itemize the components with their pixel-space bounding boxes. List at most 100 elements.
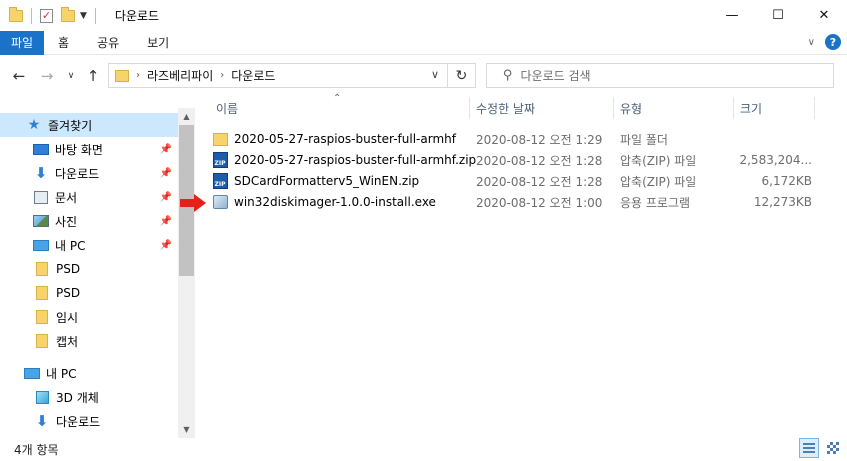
download-icon: ⬇ <box>34 164 48 182</box>
tab-view[interactable]: 보기 <box>133 31 183 55</box>
folder-icon <box>34 310 50 324</box>
sidebar-item-label: 내 PC <box>55 238 86 253</box>
sidebar-item-label: 다운로드 <box>56 414 101 429</box>
installer-icon <box>212 194 228 210</box>
chevron-right-icon[interactable]: › <box>220 70 224 81</box>
pin-icon[interactable]: 📌 <box>160 216 172 227</box>
file-list: ⌃ 이름 수정한 날짜 유형 크기 2020-05-27-raspios-bus… <box>198 93 847 435</box>
view-switcher <box>799 438 843 458</box>
pin-icon[interactable]: 📌 <box>160 192 172 203</box>
tab-file[interactable]: 파일 <box>0 30 44 55</box>
tab-home[interactable]: 홈 <box>44 31 83 55</box>
file-row[interactable]: ZIP SDCardFormatterv5_WinEN.zip 2020-08-… <box>212 170 812 192</box>
scroll-up-icon[interactable]: ▲ <box>178 108 195 125</box>
sidebar-scrollbar[interactable]: ▲ ▼ <box>178 108 195 438</box>
scroll-down-icon[interactable]: ▼ <box>178 421 195 438</box>
sidebar-item-downloads[interactable]: ⬇ 다운로드 📌 <box>0 161 178 185</box>
file-row[interactable]: win32diskimager-1.0.0-install.exe 2020-0… <box>212 191 812 213</box>
sidebar-item-temp[interactable]: 임시 <box>0 305 178 329</box>
file-modified: 2020-08-12 오전 1:28 <box>476 174 603 189</box>
large-icons-view-icon <box>827 442 839 454</box>
column-header-name[interactable]: 이름 <box>216 95 238 122</box>
pin-icon[interactable]: 📌 <box>160 144 172 155</box>
sidebar-item-this-pc-pinned[interactable]: 내 PC 📌 <box>0 233 178 257</box>
search-box[interactable]: ⚲ <box>486 63 834 88</box>
file-row[interactable]: 2020-05-27-raspios-buster-full-armhf 202… <box>212 128 812 150</box>
toolbar-divider <box>31 7 32 24</box>
maximize-button[interactable]: ☐ <box>755 0 801 31</box>
file-type: 파일 폴더 <box>620 132 668 147</box>
sidebar-item-favorites[interactable]: ★ 즐겨찾기 <box>0 113 178 137</box>
desktop-icon <box>33 142 49 156</box>
column-header-type[interactable]: 유형 <box>620 95 642 122</box>
file-modified: 2020-08-12 오전 1:28 <box>476 153 603 168</box>
close-button[interactable]: ✕ <box>801 0 847 31</box>
up-arrow-icon[interactable]: ↑ <box>82 65 104 87</box>
details-view-button[interactable] <box>799 438 819 458</box>
tab-share[interactable]: 공유 <box>83 31 133 55</box>
sort-ascending-icon: ⌃ <box>333 93 342 104</box>
title-bar: ✓ ▼ 다운로드 — ☐ ✕ <box>0 0 847 31</box>
window-controls: — ☐ ✕ <box>709 0 847 31</box>
sidebar-item-desktop[interactable]: 바탕 화면 📌 <box>0 137 178 161</box>
customize-toolbar-icon[interactable]: ▼ <box>80 11 87 21</box>
sidebar-item-psd[interactable]: PSD <box>0 281 178 305</box>
folder-icon <box>212 131 228 147</box>
pin-icon[interactable]: 📌 <box>160 168 172 179</box>
sidebar-item-downloads-pc[interactable]: ⬇ 다운로드 <box>0 409 178 433</box>
navigation-bar: ← → ∨ ↑ › 라즈베리파이 › 다운로드 ∨ ↻ ⚲ <box>0 60 847 92</box>
annotation-arrow-icon <box>180 194 206 212</box>
column-divider[interactable] <box>814 97 815 119</box>
sidebar-item-this-pc[interactable]: 내 PC <box>0 361 178 385</box>
help-icon[interactable]: ? <box>825 34 841 50</box>
back-arrow-icon[interactable]: ← <box>8 65 30 87</box>
large-icons-view-button[interactable] <box>823 438 843 458</box>
sidebar-item-pictures[interactable]: 사진 📌 <box>0 209 178 233</box>
minimize-button[interactable]: — <box>709 0 755 31</box>
new-folder-icon[interactable] <box>61 6 75 22</box>
sidebar-item-psd[interactable]: PSD <box>0 257 178 281</box>
chevron-right-icon[interactable]: › <box>136 70 140 81</box>
address-bar[interactable]: › 라즈베리파이 › 다운로드 ∨ ↻ <box>108 63 476 88</box>
sidebar-item-label: 3D 개체 <box>56 390 99 405</box>
sidebar-item-label: 문서 <box>55 190 78 205</box>
pin-icon[interactable]: 📌 <box>160 240 172 251</box>
column-divider[interactable] <box>469 97 470 119</box>
column-header-size[interactable]: 크기 <box>740 95 762 122</box>
ribbon-right-controls: ∨ ? <box>808 34 841 50</box>
file-name: 2020-05-27-raspios-buster-full-armhf.zip <box>234 153 477 167</box>
column-divider[interactable] <box>613 97 614 119</box>
search-input[interactable] <box>520 68 811 83</box>
file-row[interactable]: ZIP 2020-05-27-raspios-buster-full-armhf… <box>212 149 812 171</box>
search-icon: ⚲ <box>503 68 513 83</box>
file-size: 2,583,204... <box>739 153 812 167</box>
sidebar-item-label: 임시 <box>56 310 79 325</box>
sidebar-item-capture[interactable]: 캡처 <box>0 329 178 353</box>
column-divider[interactable] <box>733 97 734 119</box>
picture-icon <box>33 214 49 228</box>
recent-locations-chevron-icon[interactable]: ∨ <box>60 65 82 87</box>
sidebar-item-documents[interactable]: 문서 📌 <box>0 185 178 209</box>
refresh-icon[interactable]: ↻ <box>447 64 475 87</box>
toolbar-divider <box>94 7 96 24</box>
breadcrumb-item[interactable]: 다운로드 <box>231 67 275 84</box>
expand-ribbon-icon[interactable]: ∨ <box>808 37 815 48</box>
file-type: 응용 프로그램 <box>620 195 691 210</box>
sidebar-item-label: 사진 <box>55 214 78 229</box>
folder-icon <box>34 262 50 276</box>
properties-icon[interactable]: ✓ <box>40 8 53 23</box>
column-header-modified[interactable]: 수정한 날짜 <box>476 95 535 122</box>
chevron-down-icon[interactable]: ∨ <box>431 68 439 81</box>
file-modified: 2020-08-12 오전 1:29 <box>476 132 603 147</box>
sidebar-item-label: 즐겨찾기 <box>48 118 93 133</box>
file-size: 6,172KB <box>761 174 812 188</box>
breadcrumb-item[interactable]: 라즈베리파이 <box>147 67 213 84</box>
file-name: 2020-05-27-raspios-buster-full-armhf <box>234 132 456 146</box>
forward-arrow-icon[interactable]: → <box>36 65 58 87</box>
sidebar-item-3d-objects[interactable]: 3D 개체 <box>0 385 178 409</box>
folder-icon[interactable] <box>9 6 23 22</box>
file-type: 압축(ZIP) 파일 <box>620 174 697 189</box>
download-icon: ⬇ <box>35 412 49 430</box>
item-count: 4개 항목 <box>14 443 59 457</box>
3d-objects-icon <box>34 390 50 404</box>
